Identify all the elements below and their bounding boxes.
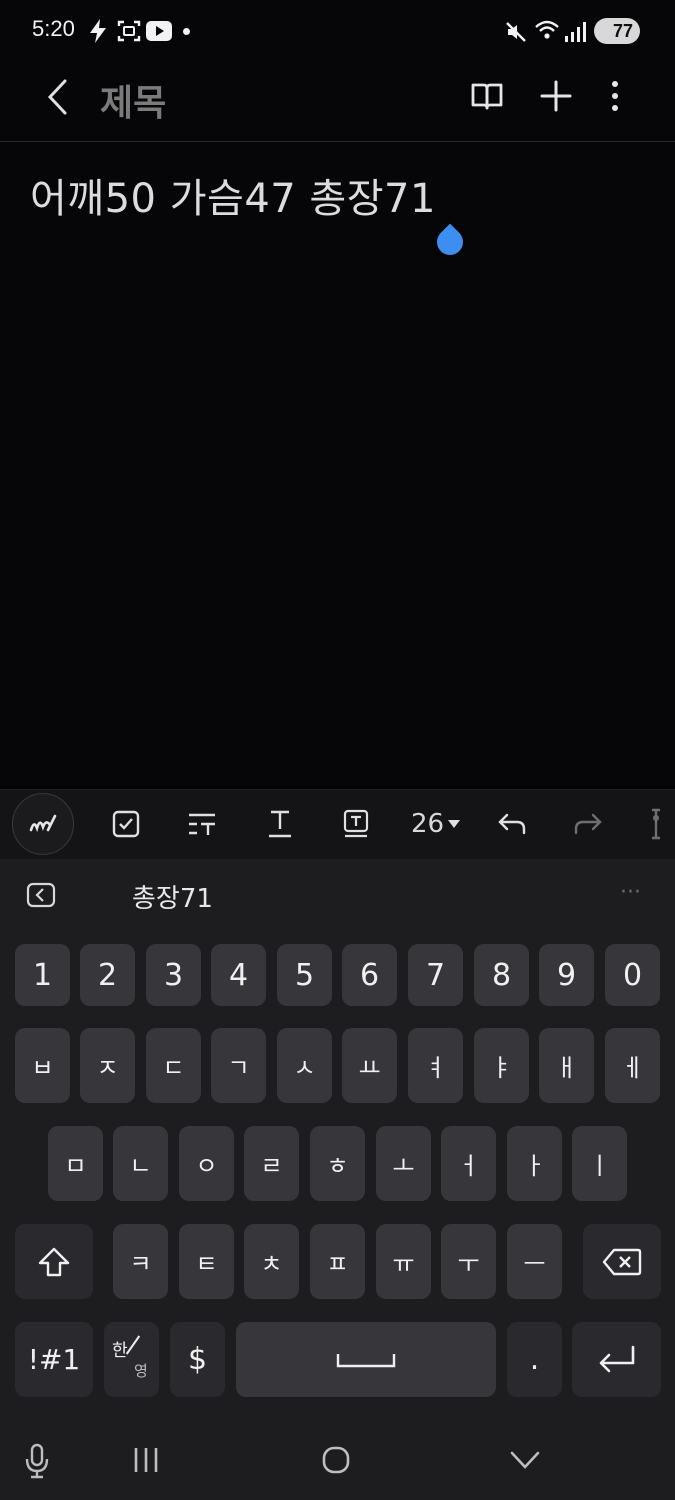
header-divider (0, 141, 675, 142)
key-b[interactable]: ㅂ (15, 1028, 70, 1103)
key-eo[interactable]: ㅓ (441, 1126, 496, 1201)
backspace-icon (602, 1248, 642, 1275)
toolbar-toggle-icon[interactable] (26, 882, 56, 912)
key-g[interactable]: ㄱ (211, 1028, 266, 1103)
back-icon[interactable] (44, 78, 70, 120)
status-bar: 5:20 77 (0, 0, 675, 62)
battery-level: 77 (612, 20, 634, 41)
cursor-handle[interactable] (431, 223, 469, 261)
key-a[interactable]: ㅏ (507, 1126, 562, 1201)
key-r[interactable]: ㄹ (244, 1126, 299, 1201)
font-size-value: 26 (410, 809, 445, 839)
suggestion-word[interactable]: 총장71 (132, 878, 213, 915)
text-style-icon[interactable] (184, 806, 220, 842)
more-icon[interactable] (608, 80, 622, 116)
reading-mode-icon[interactable] (470, 80, 504, 116)
key-3[interactable]: 3 (146, 944, 201, 1006)
add-icon[interactable] (540, 80, 572, 116)
text-format-icon[interactable] (262, 806, 298, 842)
key-ae[interactable]: ㅐ (539, 1028, 594, 1103)
key-s[interactable]: ㅅ (277, 1028, 332, 1103)
symbols-key[interactable]: !#1 (15, 1322, 93, 1397)
key-t[interactable]: ㅌ (179, 1224, 234, 1299)
suggestion-more-icon[interactable]: ··· (620, 880, 641, 905)
dot-icon (183, 28, 190, 35)
screen-record-icon (117, 20, 141, 46)
enter-icon (599, 1345, 634, 1372)
key-h[interactable]: ㅎ (310, 1126, 365, 1201)
period-key[interactable]: . (507, 1322, 562, 1397)
key-0[interactable]: 0 (605, 944, 660, 1006)
language-key-slash (125, 1335, 141, 1355)
microphone-icon[interactable] (24, 1443, 50, 1483)
key-9[interactable]: 9 (539, 944, 594, 1006)
key-ng[interactable]: ㅇ (179, 1126, 234, 1201)
key-o[interactable]: ㅗ (376, 1126, 431, 1201)
key-ch[interactable]: ㅊ (244, 1224, 299, 1299)
key-1[interactable]: 1 (15, 944, 70, 1006)
key-e[interactable]: ㅔ (605, 1028, 660, 1103)
space-key[interactable] (236, 1322, 496, 1397)
key-m[interactable]: ㅁ (48, 1126, 103, 1201)
shift-key[interactable] (15, 1224, 93, 1299)
language-key[interactable]: 한 영 (104, 1322, 159, 1397)
key-7[interactable]: 7 (408, 944, 463, 1006)
signal-icon (564, 22, 586, 46)
key-d[interactable]: ㄷ (146, 1028, 201, 1103)
key-5[interactable]: 5 (277, 944, 332, 1006)
wifi-icon (534, 19, 560, 45)
language-key-korean: 한 (112, 1341, 128, 1361)
key-p[interactable]: ㅍ (310, 1224, 365, 1299)
checkbox-icon[interactable] (108, 806, 144, 842)
battery-icon: 77 (594, 18, 640, 44)
key-ya[interactable]: ㅑ (474, 1028, 529, 1103)
cursor-icon[interactable] (646, 806, 666, 842)
bolt-icon (88, 18, 108, 48)
key-4[interactable]: 4 (211, 944, 266, 1006)
font-size-dropdown[interactable]: 26 (406, 806, 466, 842)
status-time: 5:20 (32, 16, 75, 41)
youtube-icon (146, 21, 172, 45)
note-body-text[interactable]: 어깨50 가슴47 총장71 (30, 166, 436, 224)
shift-icon (38, 1247, 70, 1276)
key-n[interactable]: ㄴ (113, 1126, 168, 1201)
backspace-key[interactable] (583, 1224, 661, 1299)
space-icon (336, 1353, 396, 1367)
text-box-icon[interactable] (338, 806, 374, 842)
key-u[interactable]: ㅜ (441, 1224, 496, 1299)
recent-apps-icon[interactable] (132, 1446, 160, 1478)
key-2[interactable]: 2 (80, 944, 135, 1006)
redo-icon[interactable] (570, 806, 606, 842)
currency-key[interactable]: $ (170, 1322, 225, 1397)
note-title[interactable]: 제목 (100, 74, 166, 126)
home-icon[interactable] (322, 1446, 350, 1478)
enter-key[interactable] (572, 1322, 661, 1397)
key-yeo[interactable]: ㅕ (408, 1028, 463, 1103)
undo-icon[interactable] (494, 806, 530, 842)
key-i[interactable]: ㅣ (572, 1126, 627, 1201)
mute-icon (504, 20, 528, 48)
suggestion-bar (0, 859, 675, 931)
key-yu[interactable]: ㅠ (376, 1224, 431, 1299)
key-j[interactable]: ㅈ (80, 1028, 135, 1103)
pen-icon (28, 810, 58, 840)
key-6[interactable]: 6 (342, 944, 397, 1006)
key-8[interactable]: 8 (474, 944, 529, 1006)
hide-keyboard-icon[interactable] (510, 1450, 540, 1474)
language-key-english: 영 (134, 1362, 148, 1380)
key-eu[interactable]: ㅡ (507, 1224, 562, 1299)
key-k[interactable]: ㅋ (113, 1224, 168, 1299)
key-yo[interactable]: ㅛ (342, 1028, 397, 1103)
